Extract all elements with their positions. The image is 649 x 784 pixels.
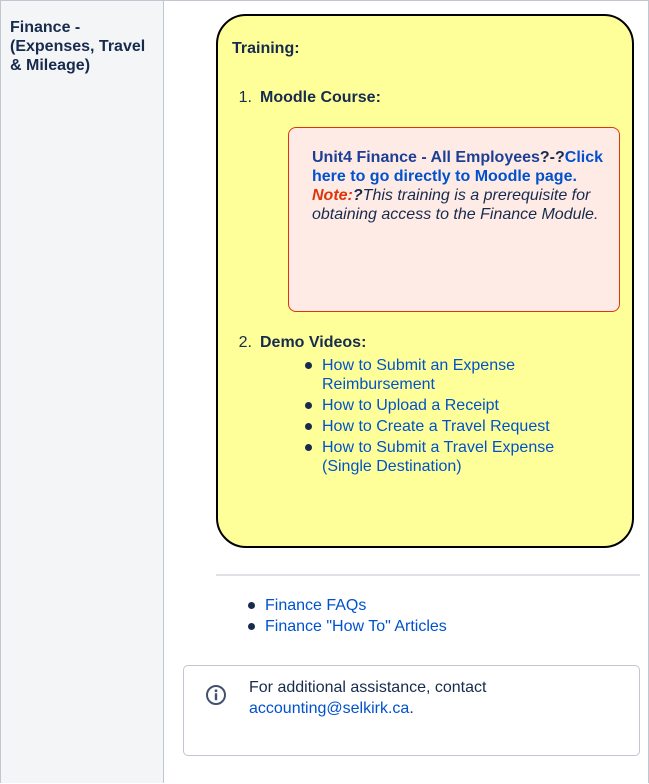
video-link[interactable]: How to Upload a Receipt: [322, 397, 499, 414]
list-item[interactable]: How to Submit an Expense Reimbursement: [305, 356, 602, 394]
bullet-icon: [305, 444, 312, 451]
info-message: For additional assistance, contact accou…: [249, 677, 619, 719]
info-text: For additional assistance, contact: [249, 679, 487, 696]
video-link[interactable]: How to Submit an Expense Reimbursement: [322, 357, 515, 393]
divider: [216, 574, 640, 576]
list-item[interactable]: Finance "How To" Articles: [248, 617, 625, 636]
list-number: 1.: [238, 89, 252, 106]
moodle-course-text: Unit4 Finance - All Employees?-?Click he…: [312, 148, 612, 224]
bullet-icon: [248, 602, 255, 609]
info-end: .: [409, 700, 414, 717]
bullet-icon: [305, 362, 312, 369]
finance-how-to-link[interactable]: Finance "How To" Articles: [265, 618, 447, 635]
list-item[interactable]: How to Upload a Receipt: [305, 396, 602, 415]
training-title: Training:: [232, 40, 300, 57]
demo-videos-label: Demo Videos:: [260, 334, 367, 351]
list-item[interactable]: How to Create a Travel Request: [305, 417, 602, 436]
row-header: Finance - (Expenses, Travel & Mileage): [10, 19, 146, 74]
list-item-demo-videos: 2. Demo Videos:: [232, 333, 532, 353]
course-separator: ?-?: [539, 149, 565, 166]
info-icon: [206, 685, 226, 705]
bullet-icon: [305, 402, 312, 409]
list-item[interactable]: Finance FAQs: [248, 596, 625, 615]
bullet-icon: [305, 423, 312, 430]
row-header-cell: Finance - (Expenses, Travel & Mileage): [1, 1, 164, 783]
note-separator: ?: [352, 187, 363, 204]
note-label: Note:: [312, 187, 353, 204]
accounting-email-link[interactable]: accounting@selkirk.ca: [249, 700, 409, 717]
bullet-icon: [248, 623, 255, 630]
list-item-moodle-course: 1. Moodle Course:: [232, 88, 532, 108]
list-number: 2.: [238, 334, 252, 351]
video-link[interactable]: How to Submit a Travel Expense (Single D…: [322, 439, 554, 475]
video-link[interactable]: How to Create a Travel Request: [322, 418, 550, 435]
course-name: Unit4 Finance - All Employees: [312, 149, 540, 166]
list-item[interactable]: How to Submit a Travel Expense (Single D…: [305, 438, 602, 476]
finance-links-list: Finance FAQs Finance "How To" Articles: [248, 596, 625, 638]
finance-faqs-link[interactable]: Finance FAQs: [265, 597, 366, 614]
note-end: .: [593, 206, 599, 223]
moodle-course-label: Moodle Course:: [260, 89, 381, 106]
demo-videos-list: How to Submit an Expense Reimbursement H…: [305, 356, 602, 478]
